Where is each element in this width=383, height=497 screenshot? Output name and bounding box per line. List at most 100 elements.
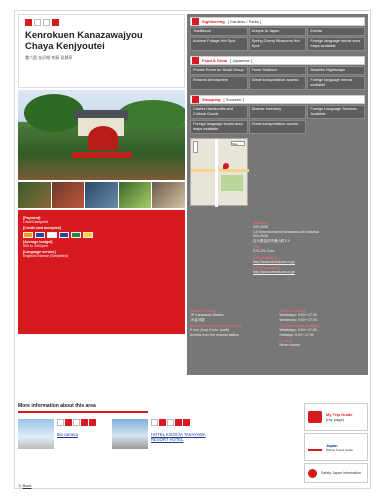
back-link[interactable]: ◎ Back [18, 483, 32, 488]
station-jp: JR金沢駅 [190, 317, 205, 322]
shopping-icon [43, 19, 50, 26]
hero-photo [18, 90, 185, 180]
tag-cell: Autumn Foliage Hot Spot [190, 37, 248, 51]
back-label[interactable]: Back [23, 483, 32, 488]
shopping-icon [192, 96, 199, 103]
sightseeing-icon [57, 419, 64, 426]
section-name: Sightseeing [202, 19, 225, 24]
more-info-list: Bic camera HOTEL KISOCIA TAKAYAMA RESORT… [18, 419, 299, 449]
shopping-tags: Carries Handicrafts and Cultural Goods D… [190, 105, 365, 134]
jnto-banner[interactable]: Japan Official Travel Guide [304, 433, 368, 461]
jnto-line2: Official Travel Guide [326, 447, 353, 452]
sightseeing-icon [151, 419, 158, 426]
shopping-icon [73, 419, 80, 426]
thumbnail[interactable] [85, 182, 118, 208]
side-buttons: My Trip Guide (my page) Japan Official T… [304, 403, 368, 485]
map-road [215, 139, 218, 207]
section-sightseeing: Sightseeing [ Gardens / Parks ] [190, 17, 365, 26]
food-icon [192, 57, 199, 64]
access-col: [Nearest Station] JR Kanazawa Station JR… [190, 307, 277, 348]
map-park [221, 175, 243, 191]
sightseeing-icon [25, 19, 32, 26]
credit-card-logos [23, 232, 180, 238]
map-icon [81, 419, 88, 426]
url-en-link[interactable]: http://www.kenrokuen.or.jp/ [253, 260, 365, 265]
spot-subtitle: 兼六園 金沢城 茶屋 見城亭 [25, 55, 73, 60]
map-icon [175, 419, 182, 426]
tag-cell: Diverse Inventory [248, 105, 307, 119]
tag-cell: Foreign Language Services Available [307, 105, 365, 119]
more-item-icons [151, 419, 211, 426]
card-logo-icon [71, 232, 81, 238]
tag-cell: Relaxed Atmosphere [190, 76, 248, 90]
thumbnail[interactable] [118, 182, 152, 208]
card-logo-icon [23, 232, 33, 238]
trip-line2: (my page) [326, 417, 345, 422]
more-item-link[interactable]: Bic camera [57, 432, 96, 437]
tag-cell: Private Room for Small Group [190, 66, 248, 75]
food-tags: Private Room for Small Group Fresh Seafo… [190, 66, 365, 90]
section-food: Food & Drink [ Japanese ] [190, 56, 365, 65]
hours-col: [Business Hours] Weekdays: 9:00～17:00 We… [280, 307, 367, 348]
more-info-heading: More information about this area [18, 403, 148, 413]
gourmet-icon [159, 419, 166, 426]
address-jp: 石川県金沢市兼六町1-5 [253, 238, 290, 243]
tag-cell: Traditional [190, 27, 248, 36]
payment-value: Card/Cashpoint [23, 220, 48, 224]
thumbnail-strip [18, 182, 185, 208]
url-jp-link[interactable]: http://www.kenrokuen.or.jp/ [253, 270, 365, 275]
shopping-icon [167, 419, 174, 426]
map-icon [52, 19, 59, 26]
list-item[interactable]: HOTEL KISOCIA TAKAYAMA RESORT HOTEL [112, 419, 211, 449]
spot-title: Kenrokuen Kanazawajyou Chaya Kenjyoutei [25, 30, 178, 52]
jnto-logo-icon [308, 443, 322, 451]
safety-info-button[interactable]: Safety Japan Information [304, 463, 368, 483]
hero-tree-right [118, 100, 185, 130]
access-value-2: Access from the nearest station [190, 332, 240, 337]
more-item-icons [57, 419, 96, 426]
card-logo-icon [83, 232, 93, 238]
stay-icon [183, 419, 190, 426]
map-zoom-control[interactable] [193, 141, 198, 153]
more-item-thumbnail[interactable] [112, 419, 148, 449]
tag-cell: Carries Handicrafts and Cultural Goods [190, 105, 248, 119]
thumbnail[interactable] [51, 182, 85, 208]
map-type-select[interactable]: Map [231, 141, 245, 146]
hero-bench [72, 152, 132, 158]
trip-label: My Trip Guide (my page) [326, 412, 352, 422]
section-name: Shopping [202, 97, 221, 102]
gourmet-icon [65, 419, 72, 426]
language-value: English/Chinese (Simplified) [23, 254, 68, 258]
map-pin-icon[interactable] [223, 163, 229, 169]
payment-info-panel: [Payment] Card/Cashpoint [Credit card ac… [18, 210, 185, 334]
location-map[interactable]: Map [190, 138, 249, 207]
spot-title-box: Kenrokuen Kanazawajyou Chaya Kenjyoutei … [18, 14, 185, 88]
list-item[interactable]: Bic camera [18, 419, 96, 449]
tel-value: 076-221-1xxx [253, 249, 275, 253]
tag-cell: Beautiful Nightscape [307, 66, 365, 75]
more-item-thumbnail[interactable] [18, 419, 54, 449]
gourmet-icon [34, 19, 41, 26]
my-trip-guide-button[interactable]: My Trip Guide (my page) [304, 403, 368, 431]
more-item-link[interactable]: HOTEL KISOCIA TAKAYAMA RESORT HOTEL [151, 432, 211, 442]
jnto-label: Japan Official Travel Guide [326, 443, 353, 452]
access-hours-block: [Nearest Station] JR Kanazawa Station JR… [190, 307, 366, 348]
card-logo-icon [35, 232, 45, 238]
address-block: [Address] 920-0936 1-5 Kenrokumachi Kana… [253, 219, 365, 275]
more-item-body: Bic camera [57, 419, 96, 449]
page-frame: Kenrokuen Kanazawajyou Chaya Kenjyoutei … [14, 10, 371, 489]
tag-cell: Foreign language menus available [307, 76, 365, 90]
safety-icon [308, 468, 317, 478]
tag-cell-empty [307, 120, 365, 134]
card-logo-icon [47, 232, 57, 238]
thumbnail[interactable] [18, 182, 51, 208]
stay-icon [89, 419, 96, 426]
map-road [191, 169, 249, 172]
tag-cell: Great transportation access [248, 76, 307, 90]
safety-label: Safety Japan Information [321, 471, 361, 475]
thumbnail[interactable] [152, 182, 185, 208]
tag-cell: Fresh Seafood [248, 66, 307, 75]
more-info-section: More information about this area Bic cam… [18, 403, 299, 471]
tag-cell: Events [307, 27, 365, 36]
spot-left-column: Kenrokuen Kanazawajyou Chaya Kenjyoutei … [18, 14, 185, 334]
